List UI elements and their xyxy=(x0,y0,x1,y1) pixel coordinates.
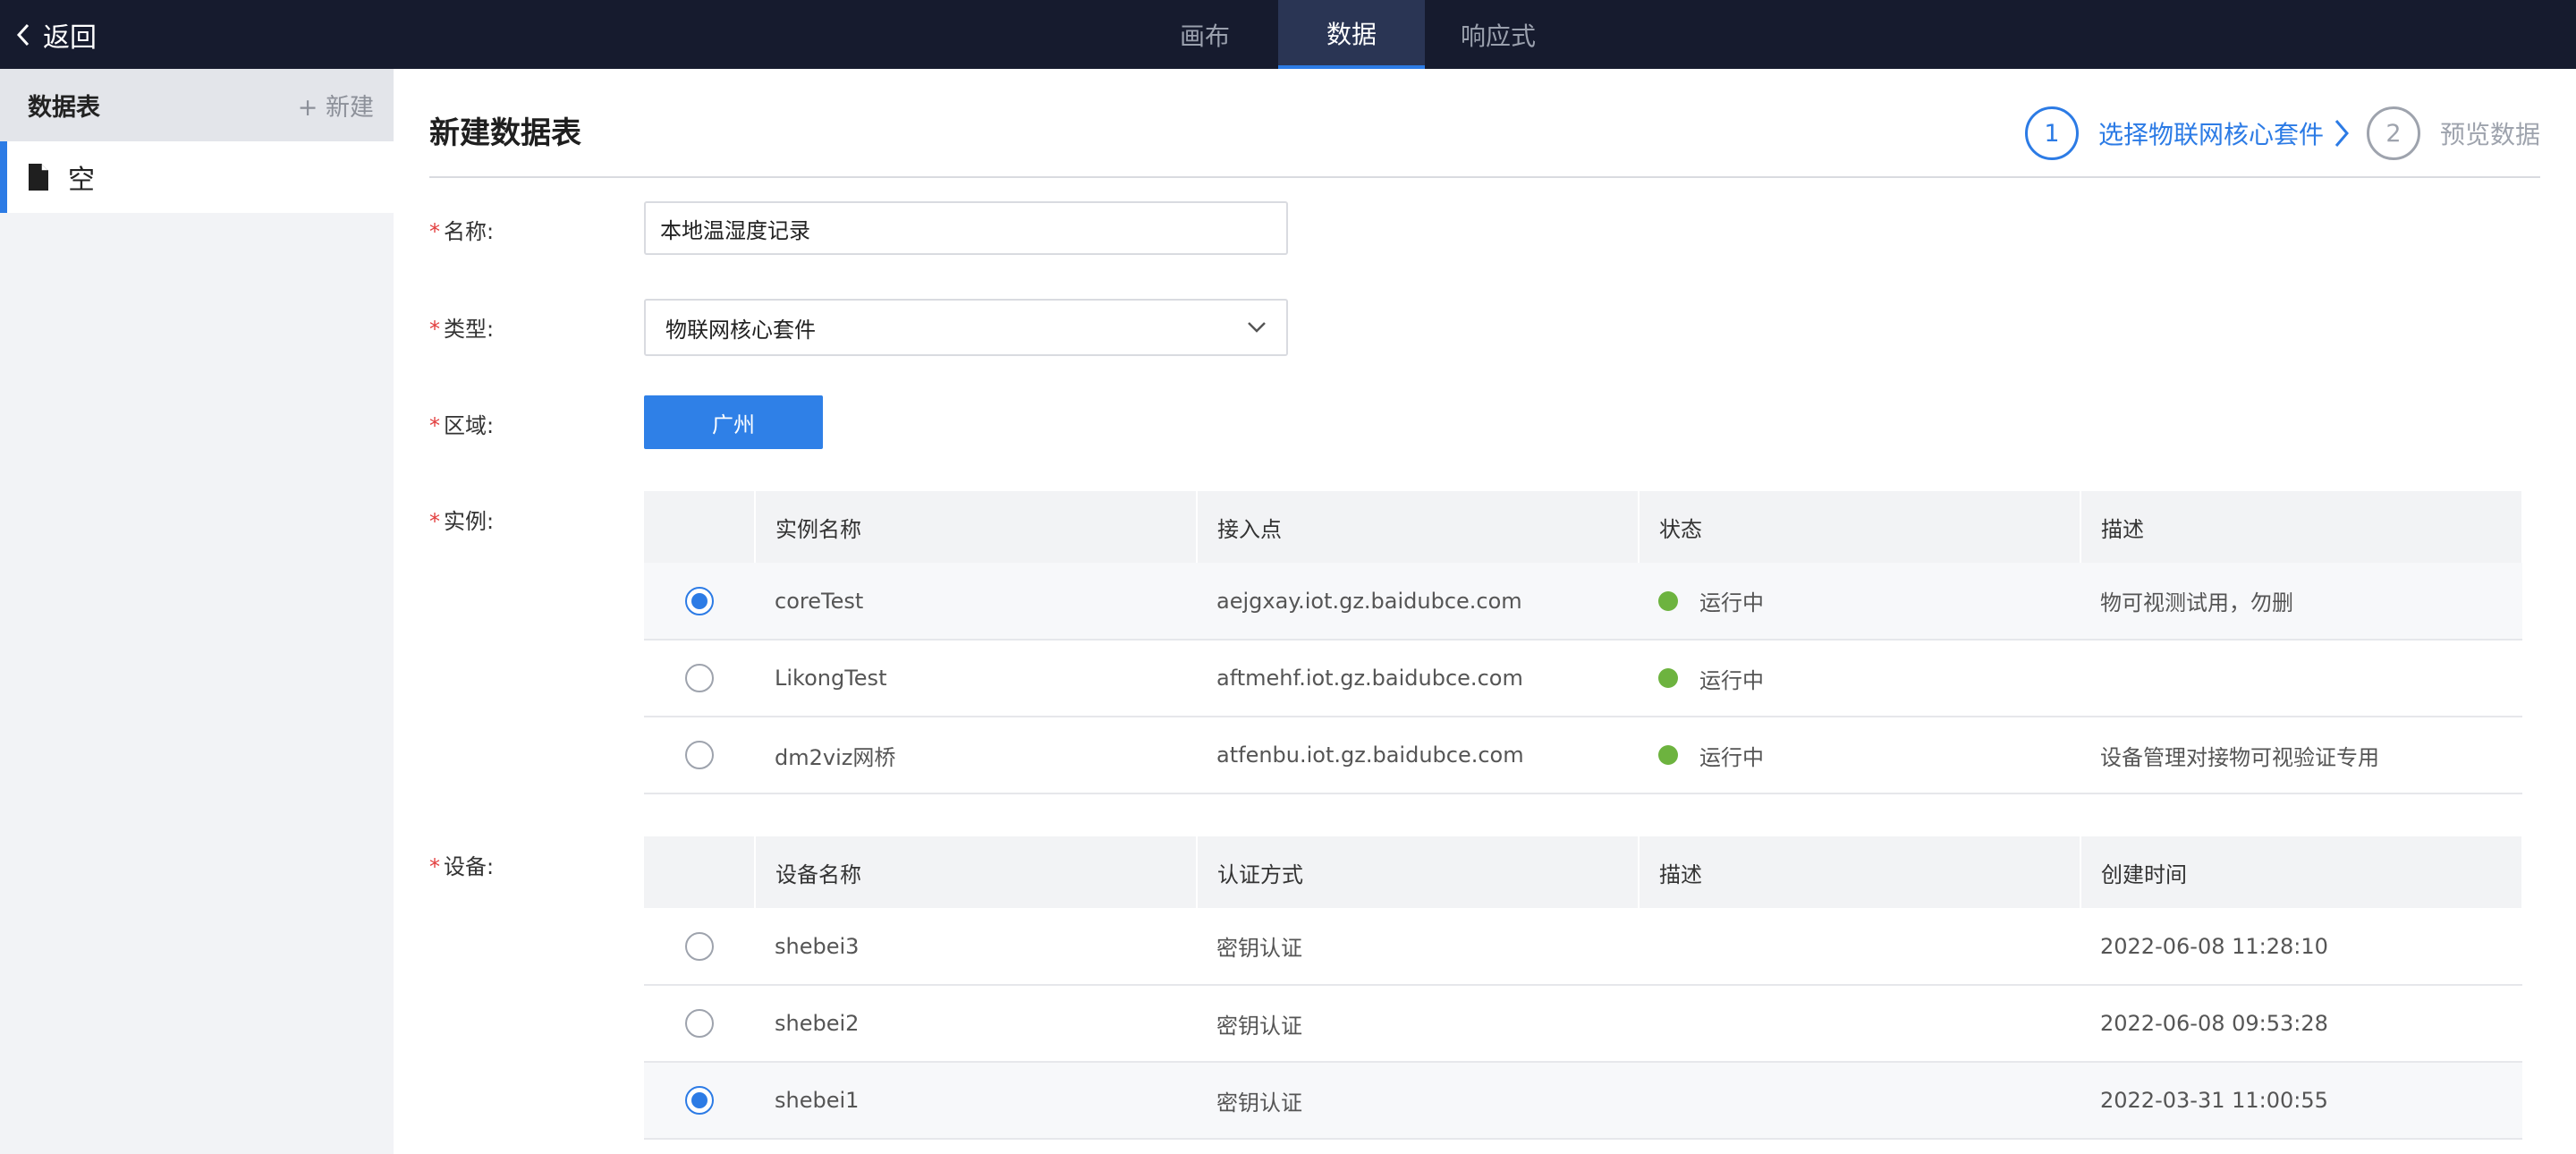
instance-status: 运行中 xyxy=(1699,667,1764,693)
instance-label: * 实例: xyxy=(429,509,495,534)
type-select-value: 物联网核心套件 xyxy=(665,317,816,343)
radio-unselected[interactable] xyxy=(685,741,714,769)
tab-responsive[interactable]: 响应式 xyxy=(1425,0,1572,69)
sidebar: 数据表 + 新建 空 xyxy=(0,69,394,1154)
column-header: 描述 xyxy=(2080,491,2523,563)
radio-unselected[interactable] xyxy=(685,931,714,961)
top-tabs: 画布 数据 响应式 xyxy=(1131,0,1572,69)
instance-desc: 设备管理对接物可视验证专用 xyxy=(2080,717,2522,794)
instance-name: LikongTest xyxy=(755,640,1197,717)
table-header-row: 设备名称 认证方式 描述 创建时间 xyxy=(644,836,2523,908)
sidebar-header: 数据表 + 新建 xyxy=(0,69,394,141)
device-name: shebei2 xyxy=(755,985,1197,1063)
table-row[interactable]: shebei1 密钥认证 2022-03-31 11:00:55 xyxy=(644,1062,2522,1140)
column-header: 创建时间 xyxy=(2080,836,2523,908)
sidebar-title: 数据表 xyxy=(28,94,100,122)
radio-unselected[interactable] xyxy=(685,1009,714,1038)
device-auth: 密钥认证 xyxy=(1197,908,1639,986)
device-auth: 密钥认证 xyxy=(1197,1062,1639,1140)
instance-name: coreTest xyxy=(755,563,1197,641)
instance-desc xyxy=(2080,640,2522,717)
radio-selected[interactable] xyxy=(685,586,714,615)
tab-data[interactable]: 数据 xyxy=(1278,0,1425,69)
chevron-down-icon xyxy=(1248,322,1266,333)
chevron-right-icon xyxy=(2334,120,2349,147)
column-header: 描述 xyxy=(1639,836,2081,908)
step-2-circle: 2 xyxy=(2366,106,2420,160)
device-label: * 设备: xyxy=(429,854,495,879)
device-desc xyxy=(1639,1062,2080,1140)
status-dot-icon xyxy=(1658,745,1678,765)
instance-desc: 物可视测试用，勿删 xyxy=(2080,563,2522,641)
required-mark: * xyxy=(429,509,440,534)
radio-selected[interactable] xyxy=(685,1086,714,1115)
radio-unselected[interactable] xyxy=(685,664,714,692)
table-row[interactable]: LikongTest aftmehf.iot.gz.baidubce.com 运… xyxy=(644,640,2522,717)
required-mark: * xyxy=(429,413,440,438)
column-header xyxy=(644,836,756,908)
required-mark: * xyxy=(429,219,440,244)
status-dot-icon xyxy=(1658,668,1678,688)
instance-table: 实例名称 接入点 状态 描述 coreTest aejgxay.iot.gz.b… xyxy=(644,491,2523,794)
name-input[interactable] xyxy=(644,201,1288,255)
instance-endpoint: atfenbu.iot.gz.baidubce.com xyxy=(1197,717,1639,794)
status-dot-icon xyxy=(1658,590,1678,611)
column-header: 状态 xyxy=(1639,491,2081,563)
required-mark: * xyxy=(429,854,440,879)
table-row[interactable]: dm2viz网桥 atfenbu.iot.gz.baidubce.com 运行中… xyxy=(644,717,2522,794)
device-name: shebei3 xyxy=(755,908,1197,986)
device-created: 2022-06-08 11:28:10 xyxy=(2080,908,2522,986)
column-header: 设备名称 xyxy=(755,836,1198,908)
table-row[interactable]: shebei2 密钥认证 2022-06-08 09:53:28 xyxy=(644,985,2522,1063)
required-mark: * xyxy=(429,317,440,342)
device-auth: 密钥认证 xyxy=(1197,985,1639,1063)
new-table-button[interactable]: + 新建 xyxy=(298,88,374,123)
main-panel: 新建数据表 1 选择物联网核心套件 2 预览数据 *名称: *类型: 物联网核心… xyxy=(394,69,2576,1154)
instance-name: dm2viz网桥 xyxy=(755,717,1197,794)
document-icon xyxy=(29,164,48,191)
instance-endpoint: aejgxay.iot.gz.baidubce.com xyxy=(1197,563,1639,641)
name-label: * 名称: xyxy=(429,219,495,244)
instance-status: 运行中 xyxy=(1699,590,1764,615)
back-button[interactable]: 返回 xyxy=(16,0,97,69)
title-divider xyxy=(429,176,2540,178)
stepper: 1 选择物联网核心套件 2 预览数据 xyxy=(2024,106,2540,160)
step-1-label: 选择物联网核心套件 xyxy=(2097,120,2324,149)
region-guangzhou-button[interactable]: 广州 xyxy=(644,395,823,449)
device-table: 设备名称 认证方式 描述 创建时间 shebei3 密钥认证 2022-06-0… xyxy=(644,836,2523,1140)
device-name: shebei1 xyxy=(755,1062,1197,1140)
table-row[interactable]: coreTest aejgxay.iot.gz.baidubce.com 运行中… xyxy=(644,563,2522,641)
type-label: * 类型: xyxy=(429,317,495,342)
column-header: 实例名称 xyxy=(755,491,1198,563)
step-2-label: 预览数据 xyxy=(2439,120,2540,149)
sidebar-item-label: 空 xyxy=(68,165,95,196)
table-row[interactable]: shebei3 密钥认证 2022-06-08 11:28:10 xyxy=(644,908,2522,986)
step-1-circle: 1 xyxy=(2024,106,2079,160)
instance-endpoint: aftmehf.iot.gz.baidubce.com xyxy=(1197,640,1639,717)
tab-canvas[interactable]: 画布 xyxy=(1131,0,1278,69)
sidebar-item-empty[interactable]: 空 xyxy=(0,141,394,213)
device-created: 2022-06-08 09:53:28 xyxy=(2080,985,2522,1063)
column-header xyxy=(644,491,756,563)
back-label: 返回 xyxy=(43,21,97,54)
device-created: 2022-03-31 11:00:55 xyxy=(2080,1062,2522,1140)
device-desc xyxy=(1639,908,2080,986)
region-label: * 区域: xyxy=(429,413,495,438)
device-desc xyxy=(1639,985,2080,1063)
table-header-row: 实例名称 接入点 状态 描述 xyxy=(644,491,2523,563)
instance-status: 运行中 xyxy=(1699,744,1764,770)
column-header: 认证方式 xyxy=(1197,836,1640,908)
page-title: 新建数据表 xyxy=(429,115,581,151)
top-bar: 返回 画布 数据 响应式 xyxy=(0,0,2576,69)
column-header: 接入点 xyxy=(1197,491,1640,563)
chevron-left-icon xyxy=(16,23,30,46)
type-select[interactable]: 物联网核心套件 xyxy=(644,299,1288,356)
